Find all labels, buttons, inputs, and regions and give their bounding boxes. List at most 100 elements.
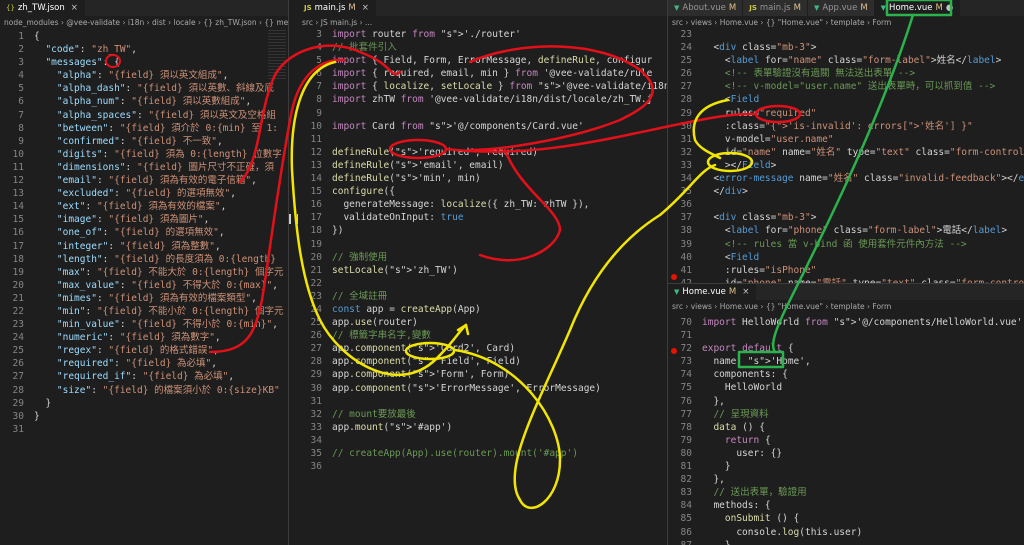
code-line[interactable]: 15 configure({ (298, 185, 667, 198)
tab-zh-tw-json[interactable]: {} zh_TW.json × (0, 0, 85, 16)
code-line[interactable]: 23 "min_value": "{field} 不得小於 0:{min}", (0, 318, 288, 331)
code-line[interactable]: 4 "alpha": "{field} 須以英文組成", (0, 69, 288, 82)
code-line[interactable]: 29 } (0, 397, 288, 410)
code-line[interactable]: 7 "alpha_spaces": "{field} 須以英文及空格組 (0, 109, 288, 122)
breadcrumb-item[interactable]: template (831, 302, 865, 311)
breadcrumb-item[interactable]: Form (872, 18, 891, 27)
code-line[interactable]: 24 <div class="mb-3"> (668, 41, 1024, 54)
code-line[interactable]: 6 "alpha_num": "{field} 須以英數組成", (0, 95, 288, 108)
tab-main-js[interactable]: JS main.js M (743, 0, 808, 16)
code-line[interactable]: 16 generateMessage: localize({ zh_TW: zh… (298, 198, 667, 211)
code-line[interactable]: 11 "dimensions": "{field} 圖片尺寸不正確，須 (0, 161, 288, 174)
breadcrumb-item[interactable]: src (302, 18, 313, 27)
code-line[interactable]: 24 const app = createApp(App) (298, 303, 667, 316)
code-line[interactable]: 85 onSubmit () { (668, 512, 1024, 525)
code-line[interactable]: 30} (0, 410, 288, 423)
code-area[interactable]: 70 import HelloWorld from "s">'@/componen… (668, 316, 1024, 545)
code-line[interactable]: 32 id="name" name="姓名" type="text" class… (668, 146, 1024, 159)
breadcrumb-item[interactable]: node_modules (4, 18, 58, 27)
breadcrumb-item[interactable]: ... (365, 18, 372, 27)
breadcrumb-item[interactable]: dist (152, 18, 166, 27)
code-line[interactable]: 2 "code": "zh_TW", (0, 43, 288, 56)
breadcrumb-item[interactable]: {} "Home.vue" (766, 18, 823, 27)
tab-home-vue[interactable]: ▼ Home.vue M × (668, 284, 757, 300)
code-line[interactable]: 87 } (668, 539, 1024, 545)
code-line[interactable]: 79 return { (668, 434, 1024, 447)
code-line[interactable]: 15 "image": "{field} 須為圖片", (0, 213, 288, 226)
code-line[interactable]: 25 "regex": "{field} 的格式錯誤", (0, 344, 288, 357)
code-line[interactable]: 28 app.component("s">'Field', Field) (298, 355, 667, 368)
code-line[interactable]: 3 "messages": { (0, 56, 288, 69)
code-line[interactable]: 18}) (298, 224, 667, 237)
close-icon[interactable]: × (362, 0, 369, 16)
close-icon[interactable]: × (742, 284, 749, 300)
code-line[interactable]: 19 "max": "{field} 不能大於 0:{length} 個字元 (0, 266, 288, 279)
code-line[interactable]: 29 rules="required" (668, 107, 1024, 120)
code-line[interactable]: 35 // createApp(App).use(router).mount('#… (298, 447, 667, 460)
code-line[interactable]: 31 v-model="user.name" (668, 133, 1024, 146)
code-line[interactable]: 12 defineRule("s">'required', required) (298, 146, 667, 159)
tab-home-vue[interactable]: ▼ Home.vue M ● (874, 0, 961, 16)
code-line[interactable]: 6 import { required, email, min } from '@… (298, 67, 667, 80)
code-line[interactable]: 32 // mount要放最後 (298, 408, 667, 421)
code-line[interactable]: 8 "between": "{field} 須介於 0:{min} 至 1: (0, 122, 288, 135)
code-line[interactable]: 14 defineRule("s">'min', min) (298, 172, 667, 185)
code-line[interactable]: 8 import zhTW from '@vee-validate/i18n/di… (298, 93, 667, 106)
code-line[interactable]: 74 components: { (668, 368, 1024, 381)
code-line[interactable]: 17 "integer": "{field} 須為整數", (0, 240, 288, 253)
code-line[interactable]: 71 (668, 329, 1024, 342)
code-line[interactable]: 73 name: "s">'Home', (668, 355, 1024, 368)
breadcrumb-item[interactable]: Form (872, 302, 891, 311)
code-line[interactable]: 39 <!-- rules 當 v-bind 函 使用套件元件內方法 --> (668, 238, 1024, 251)
breadcrumb-item[interactable]: JS main.js (321, 18, 357, 27)
code-line[interactable]: 10 "digits": "{field} 須為 0:{length} 位數字 (0, 148, 288, 161)
code-line[interactable]: 33 ></Field> (668, 159, 1024, 172)
code-line[interactable]: 3 import router from "s">'./router' (298, 28, 667, 41)
code-area[interactable]: 3 import router from "s">'./router' 4 // 批套… (298, 28, 667, 473)
code-line[interactable]: 34 <error-message name="姓名" class="inval… (668, 172, 1024, 185)
breadcrumb-item[interactable]: locale (174, 18, 196, 27)
code-line[interactable]: 14 "ext": "{field} 須為有效的檔案", (0, 200, 288, 213)
code-line[interactable]: 5 import { Field, Form, ErrorMessage, def… (298, 54, 667, 67)
code-line[interactable]: 20 // 強制使用 (298, 251, 667, 264)
code-line[interactable]: 27 <!-- v-model="user.name" 送出表單時，可以抓到值 … (668, 80, 1024, 93)
code-line[interactable]: 18 "length": "{field} 的長度須為 0:{length} (0, 253, 288, 266)
code-line[interactable]: 16 "one_of": "{field} 的選項無效", (0, 226, 288, 239)
code-line[interactable]: 83 // 送出表單，驗證用 (668, 486, 1024, 499)
breadcrumb-item[interactable]: i18n (128, 18, 144, 27)
code-line[interactable]: 33 app.mount("s">'#app') (298, 421, 667, 434)
breadcrumb-item[interactable]: Home.vue (720, 18, 758, 27)
code-line[interactable]: 76 }, (668, 395, 1024, 408)
code-line[interactable]: 81 } (668, 460, 1024, 473)
code-line[interactable]: 24 "numeric": "{field} 須為數字", (0, 331, 288, 344)
code-line[interactable]: 36 (298, 460, 667, 473)
close-icon[interactable]: × (71, 0, 78, 16)
code-line[interactable]: 27 app.component("s">'Card2', Card) (298, 342, 667, 355)
code-line[interactable]: 28 <Field (668, 93, 1024, 106)
code-line[interactable]: 84 methods: { (668, 499, 1024, 512)
code-line[interactable]: 78 data () { (668, 421, 1024, 434)
code-line[interactable]: 41 :rules="isPhone" (668, 264, 1024, 277)
breadcrumb-item[interactable]: src (672, 302, 683, 311)
code-line[interactable]: 29 app.component("s">'Form', Form) (298, 368, 667, 381)
code-line[interactable]: 38 <label for="phone" class="form-label"… (668, 224, 1024, 237)
tab-about-vue[interactable]: ▼ About.vue M (668, 0, 744, 16)
code-line[interactable]: 27 "required_if": "{field} 為必填", (0, 370, 288, 383)
code-line[interactable]: 9 "confirmed": "{field} 不一致", (0, 135, 288, 148)
pane-divider[interactable] (288, 0, 289, 545)
code-line[interactable]: 37 <div class="mb-3"> (668, 211, 1024, 224)
code-line[interactable]: 30 :class="{">'is-invalid': errors[">'姓名… (668, 120, 1024, 133)
unsaved-dot-icon[interactable]: ● (946, 0, 953, 16)
code-line[interactable]: 5 "alpha_dash": "{field} 須以英數、斜線及底 (0, 82, 288, 95)
code-line[interactable]: 30 app.component("s">'ErrorMessage', Erro… (298, 382, 667, 395)
breadcrumb-item[interactable]: template (831, 18, 865, 27)
code-line[interactable]: 31 (0, 423, 288, 436)
breadcrumb-item[interactable]: {} messages (264, 18, 288, 27)
code-line[interactable]: 72 export default { (668, 342, 1024, 355)
breadcrumb-item[interactable]: {} "Home.vue" (766, 302, 823, 311)
code-line[interactable]: 7 import { localize, setLocale } from "s"… (298, 80, 667, 93)
code-line[interactable]: 28 "size": "{field} 的檔案須小於 0:{size}KB" (0, 384, 288, 397)
breadcrumb-item[interactable]: views (691, 18, 712, 27)
code-line[interactable]: 26 "required": "{field} 為必填", (0, 357, 288, 370)
code-line[interactable]: 21 "mimes": "{field} 須為有效的檔案類型", (0, 292, 288, 305)
